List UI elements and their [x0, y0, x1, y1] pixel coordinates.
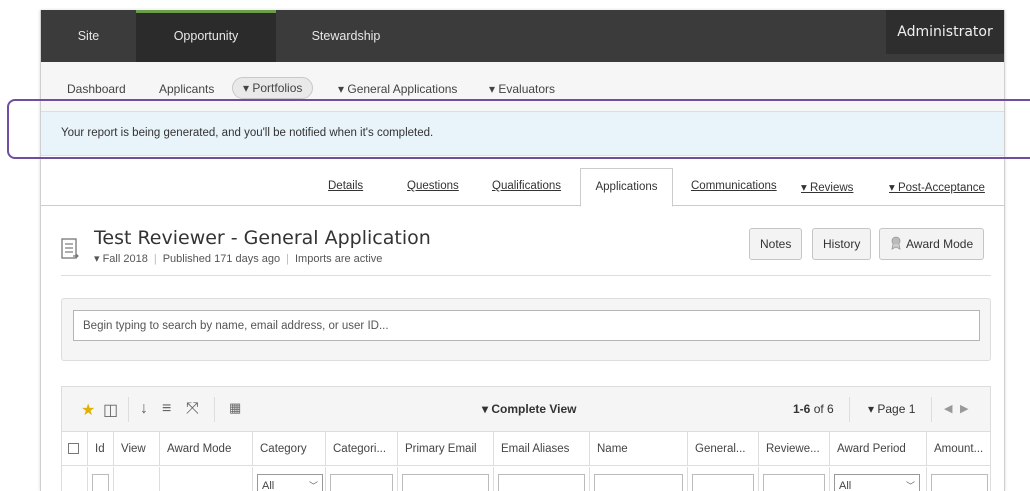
- filter-cell: [160, 467, 253, 491]
- toolbar-divider: [931, 397, 932, 422]
- award-mode-button[interactable]: Award Mode: [879, 228, 985, 260]
- meta-separator: |: [153, 253, 157, 265]
- imports-status: Imports are active: [295, 253, 383, 265]
- sub-nav-evaluators[interactable]: ▾ Evaluators: [489, 79, 555, 99]
- filter-cell: [590, 467, 688, 491]
- column-header-name[interactable]: Name: [590, 432, 688, 466]
- top-nav-stewardship[interactable]: Stewardship: [276, 10, 416, 62]
- record-count: 1-6 of 6: [793, 402, 834, 416]
- applications-grid: ★ ◫ ↓ ≡ ⤧ ▦ ▾ Complete View 1-6 of 6 ▾ P…: [61, 386, 991, 491]
- filter-cell: [688, 467, 759, 491]
- page-title: Test Reviewer - General Application: [94, 227, 431, 249]
- column-header-categories[interactable]: Categori...: [326, 432, 398, 466]
- top-nav: Site Opportunity Stewardship Administrat…: [41, 10, 1004, 62]
- tab-reviews[interactable]: ▾ Reviews: [801, 180, 853, 194]
- select-all-checkbox[interactable]: [68, 443, 79, 455]
- panel-toggle-icon[interactable]: ◫: [103, 400, 118, 420]
- tab-qualifications[interactable]: Qualifications: [492, 180, 561, 192]
- notes-button[interactable]: Notes: [749, 228, 803, 260]
- published-info: Published 171 days ago: [162, 253, 281, 265]
- search-input[interactable]: [73, 310, 980, 341]
- column-header-amount[interactable]: Amount...: [927, 432, 992, 466]
- toolbar-divider: [849, 397, 850, 422]
- grid-toolbar: ★ ◫ ↓ ≡ ⤧ ▦ ▾ Complete View 1-6 of 6 ▾ P…: [62, 387, 990, 432]
- tab-details[interactable]: Details: [328, 180, 363, 192]
- filter-cell: [398, 467, 494, 491]
- select-all-column: [62, 432, 88, 466]
- chevron-down-icon: ﹀: [308, 481, 318, 491]
- expand-icon[interactable]: ⤧: [186, 400, 199, 418]
- prev-page-icon[interactable]: ◀: [944, 402, 952, 415]
- tab-post-acceptance[interactable]: ▾ Post-Acceptance: [889, 180, 985, 194]
- sub-nav-portfolios[interactable]: ▾ Portfolios: [232, 77, 314, 99]
- filter-cell: [494, 467, 590, 491]
- filter-cell: All ﹀: [830, 467, 927, 491]
- top-nav-site[interactable]: Site: [41, 10, 136, 62]
- filter-select-award-period[interactable]: All ﹀: [834, 474, 920, 491]
- list-icon[interactable]: ≡: [162, 400, 171, 418]
- filter-cell: All ﹀: [253, 467, 326, 491]
- filter-cell: [759, 467, 830, 491]
- star-icon[interactable]: ★: [81, 400, 95, 420]
- filter-input-reviewer[interactable]: [763, 474, 825, 491]
- app-window: Site Opportunity Stewardship Administrat…: [40, 10, 1005, 491]
- filter-input-name[interactable]: [594, 474, 683, 491]
- filter-cell: [62, 467, 88, 491]
- column-header-primary-email[interactable]: Primary Email: [398, 432, 494, 466]
- tab-questions[interactable]: Questions: [407, 180, 459, 192]
- term-selector[interactable]: ▾ Fall 2018: [94, 253, 148, 265]
- filter-cell: [326, 467, 398, 491]
- sub-nav-dashboard[interactable]: Dashboard: [67, 79, 126, 99]
- user-menu[interactable]: Administrator: [886, 10, 1004, 54]
- column-header-id[interactable]: Id: [88, 432, 114, 466]
- sub-nav-applicants[interactable]: Applicants: [159, 79, 214, 99]
- toolbar-divider: [128, 397, 129, 422]
- chevron-down-icon: ﹀: [905, 481, 915, 491]
- column-header-reviewer[interactable]: Reviewe...: [759, 432, 830, 466]
- annotation-highlight: [7, 99, 1030, 159]
- table-header: Id View Award Mode Category Categori... …: [62, 432, 990, 466]
- filter-input-categories[interactable]: [330, 474, 393, 491]
- filter-cell: [114, 467, 160, 491]
- tab-applications[interactable]: Applications: [580, 168, 673, 207]
- filter-input-primary-email[interactable]: [402, 474, 489, 491]
- category-filter-value: All: [262, 480, 275, 491]
- award-ribbon-icon: [891, 236, 901, 250]
- page-selector[interactable]: ▾ Page 1: [868, 402, 915, 416]
- filter-input-amount[interactable]: [931, 474, 988, 491]
- column-header-email-aliases[interactable]: Email Aliases: [494, 432, 590, 466]
- award-period-filter-value: All: [839, 480, 852, 491]
- record-range: 1-6: [793, 402, 811, 416]
- column-header-category[interactable]: Category: [253, 432, 326, 466]
- add-column-icon[interactable]: ▦: [229, 400, 241, 416]
- toolbar-divider: [214, 397, 215, 422]
- tab-bar: Details Questions Qualifications Applica…: [41, 168, 1004, 207]
- filter-select-category[interactable]: All ﹀: [257, 474, 323, 491]
- filter-input-general[interactable]: [692, 474, 754, 491]
- view-selector[interactable]: ▾ Complete View: [482, 402, 577, 416]
- header-divider: [61, 275, 991, 276]
- page-meta: ▾ Fall 2018 | Published 171 days ago | Impor…: [94, 252, 382, 265]
- filter-row: All ﹀ All ﹀: [62, 467, 990, 491]
- award-mode-label: Award Mode: [906, 237, 974, 251]
- meta-separator: |: [286, 253, 289, 265]
- column-header-general[interactable]: General...: [688, 432, 759, 466]
- column-header-award-period[interactable]: Award Period: [830, 432, 927, 466]
- filter-input-id[interactable]: [92, 474, 109, 491]
- record-total: of 6: [813, 402, 834, 416]
- sub-nav-general-applications[interactable]: ▾ General Applications: [338, 79, 457, 99]
- history-button[interactable]: History: [812, 228, 872, 260]
- tab-communications[interactable]: Communications: [691, 180, 777, 192]
- column-header-award-mode[interactable]: Award Mode: [160, 432, 253, 466]
- column-header-view[interactable]: View: [114, 432, 160, 466]
- next-page-icon[interactable]: ▶: [960, 402, 968, 415]
- filter-input-email-aliases[interactable]: [498, 474, 585, 491]
- filter-cell: [88, 467, 114, 491]
- filter-cell: [927, 467, 992, 491]
- sort-down-icon[interactable]: ↓: [140, 400, 148, 418]
- document-list-icon: [61, 238, 79, 259]
- search-panel: [61, 298, 991, 361]
- top-nav-opportunity[interactable]: Opportunity: [136, 10, 276, 62]
